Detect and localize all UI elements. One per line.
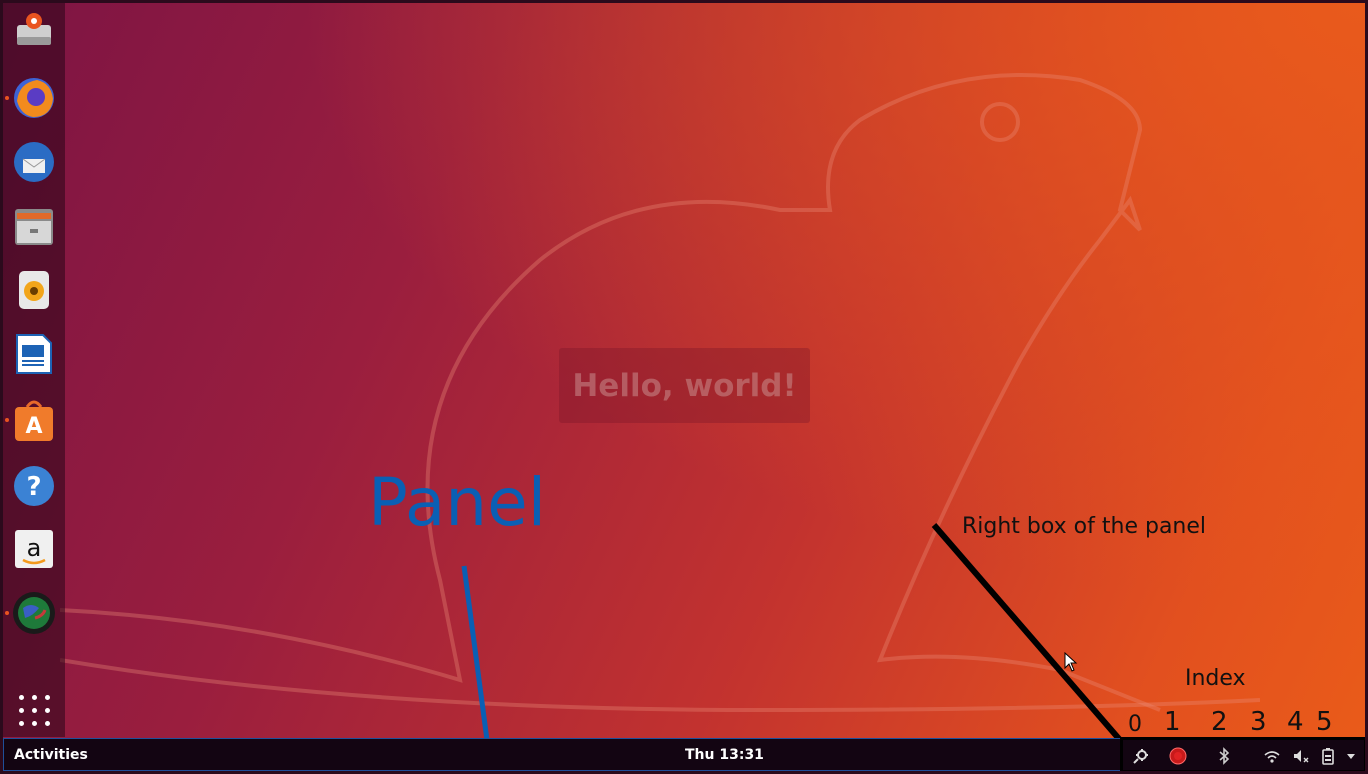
- index-3: 3: [1250, 707, 1267, 737]
- mouse-cursor-icon: [1064, 652, 1078, 672]
- panel: Activities Thu 13:31: [3, 737, 1367, 773]
- index-0: 0: [1128, 712, 1142, 737]
- right-box-annotation: Right box of the panel: [962, 514, 1207, 539]
- activities-button[interactable]: Activities: [14, 747, 88, 763]
- panel-right-box: [1120, 737, 1367, 773]
- annotation-lines: [461, 523, 1123, 742]
- index-1: 1: [1164, 707, 1181, 737]
- right-box-pointer-line: [931, 523, 1123, 742]
- extension-gear-icon[interactable]: [1131, 746, 1151, 766]
- record-icon[interactable]: [1168, 746, 1188, 766]
- index-5: 5: [1316, 707, 1333, 737]
- index-annotation: Index: [1185, 666, 1246, 691]
- wifi-icon[interactable]: [1262, 746, 1282, 766]
- panel-annotation: Panel: [368, 464, 547, 541]
- index-2: 2: [1211, 707, 1228, 737]
- clock[interactable]: Thu 13:31: [685, 747, 764, 763]
- bluetooth-icon[interactable]: [1214, 746, 1234, 766]
- battery-icon[interactable]: [1318, 746, 1338, 766]
- index-4: 4: [1287, 707, 1304, 737]
- panel-pointer-line: [461, 565, 490, 741]
- menu-arrow-icon[interactable]: [1341, 746, 1361, 766]
- volume-muted-icon[interactable]: [1291, 746, 1311, 766]
